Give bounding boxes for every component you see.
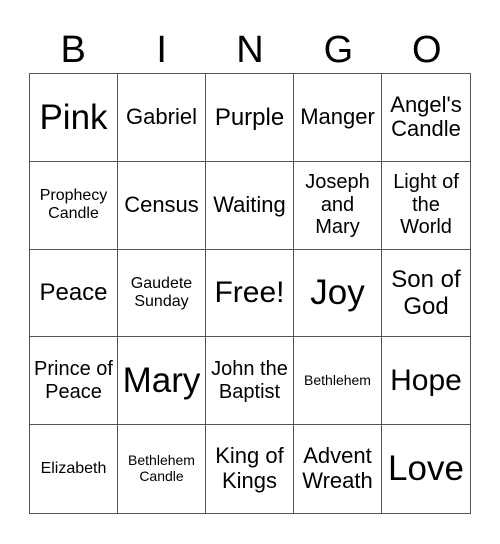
bingo-cell[interactable]: Elizabeth bbox=[30, 425, 118, 513]
bingo-cell[interactable]: Gabriel bbox=[118, 74, 206, 162]
bingo-cell[interactable]: Mary bbox=[118, 337, 206, 426]
bingo-cell[interactable]: Love bbox=[382, 425, 470, 513]
header-letter-b: B bbox=[60, 29, 86, 71]
header-letter-o: O bbox=[412, 29, 442, 71]
header-letter-n: N bbox=[236, 29, 264, 71]
bingo-cell[interactable]: Bethlehem bbox=[294, 337, 382, 426]
bingo-cell[interactable]: Joseph and Mary bbox=[294, 161, 382, 250]
header-letter-i: I bbox=[156, 29, 167, 71]
bingo-cell[interactable]: Hope bbox=[382, 337, 470, 426]
bingo-cell[interactable]: Light of the World bbox=[382, 162, 470, 250]
bingo-cell[interactable]: Joy bbox=[294, 249, 382, 338]
header-letter-g: G bbox=[323, 29, 354, 71]
bingo-cell[interactable]: Prince of Peace bbox=[30, 337, 118, 426]
bingo-cell[interactable]: Bethlehem Candle bbox=[118, 425, 206, 513]
free-space-cell[interactable]: Free! bbox=[206, 249, 294, 338]
bingo-cell[interactable]: Peace bbox=[30, 249, 118, 338]
bingo-cell[interactable]: Advent Wreath bbox=[294, 425, 382, 513]
bingo-header: B I N G O bbox=[29, 28, 471, 72]
bingo-cell[interactable]: Census bbox=[118, 161, 206, 250]
bingo-cell[interactable]: Prophecy Candle bbox=[30, 161, 118, 250]
bingo-cell[interactable]: Gaudete Sunday bbox=[118, 249, 206, 338]
bingo-cell[interactable]: Angel's Candle bbox=[382, 74, 470, 162]
bingo-cell[interactable]: Manger bbox=[294, 74, 382, 162]
bingo-cell[interactable]: King of Kings bbox=[206, 425, 294, 513]
bingo-cell[interactable]: Son of God bbox=[382, 250, 470, 338]
bingo-grid: Pink Gabriel Purple Manger Angel's Candl… bbox=[29, 73, 471, 514]
bingo-cell[interactable]: Purple bbox=[206, 74, 294, 162]
bingo-cell[interactable]: John the Baptist bbox=[206, 337, 294, 426]
bingo-cell[interactable]: Waiting bbox=[206, 161, 294, 250]
bingo-cell[interactable]: Pink bbox=[30, 74, 118, 162]
